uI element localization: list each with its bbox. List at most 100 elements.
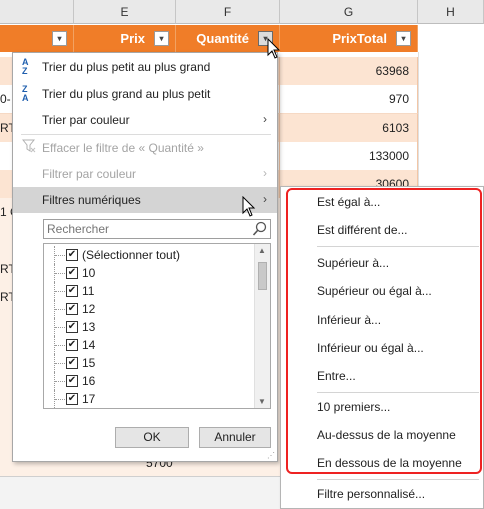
checkbox[interactable]: ✔ [66,267,78,279]
scrollbar-thumb[interactable] [258,262,267,290]
checkbox[interactable]: ✔ [66,249,78,261]
checkbox[interactable]: ✔ [66,393,78,405]
sort-descending-icon: ZA [22,85,38,103]
submenu-not-equal[interactable]: Est différent de... [281,216,483,244]
scroll-up-icon[interactable]: ▲ [258,246,266,255]
checklist-item[interactable]: ✔ 15 [44,354,254,372]
column-header-h[interactable]: H [418,0,484,24]
tree-line [54,336,65,354]
checklist-label: 16 [82,374,96,388]
submenu-less-or-equal[interactable]: Inférieur ou égal à... [281,334,483,362]
checkbox[interactable]: ✔ [66,375,78,387]
column-letter: G [343,5,354,19]
submenu-greater-than[interactable]: Supérieur à... [281,249,483,277]
cell-value: 970 [388,92,409,106]
header-label: PrixTotal [332,31,387,46]
submenu-custom-filter[interactable]: Filtre personnalisé... [281,480,483,508]
cell-prixtotal[interactable]: 970 [280,85,418,114]
submenu-separator [317,246,479,247]
column-header-f[interactable]: F [176,0,280,24]
menu-label: Effacer le filtre de « Quantité » [42,141,204,155]
submenu-arrow-icon: › [263,112,267,126]
checkbox[interactable]: ✔ [66,285,78,297]
cell-prixtotal[interactable]: 6103 [280,114,418,143]
checklist-item[interactable]: ✔ 10 [44,264,254,282]
column-header-d[interactable] [0,0,74,24]
search-input[interactable] [44,220,244,238]
tree-line [54,354,65,372]
resize-grip-icon[interactable]: ⋰ [267,451,275,460]
column-header-g[interactable]: G [280,0,418,24]
column-header-e[interactable]: E [74,0,176,24]
cell-prixtotal[interactable]: 133000 [280,142,418,171]
cancel-button[interactable]: Annuler [199,427,271,448]
search-field[interactable] [43,219,271,239]
checklist-scrollbar[interactable]: ▲ ▼ [254,244,270,408]
checklist-item[interactable]: ✔ 11 [44,282,254,300]
checklist-label: 14 [82,338,96,352]
checkbox[interactable]: ✔ [66,339,78,351]
menu-sort-by-color[interactable]: Trier par couleur › [13,107,277,133]
submenu-less-than[interactable]: Inférieur à... [281,306,483,334]
checkbox[interactable]: ✔ [66,321,78,333]
cell-value: 133000 [368,149,409,163]
checklist-label: 15 [82,356,96,370]
submenu-greater-or-equal[interactable]: Supérieur ou égal à... [281,277,483,305]
submenu-label: En dessous de la moyenne [317,456,462,470]
menu-number-filters[interactable]: Filtres numériques › [13,187,277,213]
menu-filter-by-color[interactable]: Filtrer par couleur › [13,161,277,187]
submenu-label: Supérieur ou égal à... [317,284,432,298]
submenu-top-10[interactable]: 10 premiers... [281,393,483,421]
column-letter: E [120,5,129,19]
menu-sort-descending[interactable]: ZA Trier du plus grand au plus petit [13,81,277,107]
checkbox[interactable]: ✔ [66,303,78,315]
sort-ascending-icon: AZ [22,58,38,76]
search-icon [252,221,267,236]
submenu-above-average[interactable]: Au-dessus de la moyenne [281,421,483,449]
filter-dropdown-button[interactable]: ▾ [396,31,411,46]
submenu-arrow-icon: › [263,166,267,180]
column-letter: F [223,5,232,19]
tree-line [54,282,65,300]
submenu-equals[interactable]: Est égal à... [281,188,483,216]
checklist-label: (Sélectionner tout) [82,248,181,262]
filter-dropdown-button[interactable]: ▾ [52,31,67,46]
checklist-label: 12 [82,302,96,316]
cell-value: 6103 [382,121,409,135]
menu-clear-filter[interactable]: Effacer le filtre de « Quantité » [13,135,277,161]
checklist-item[interactable]: ✔ 12 [44,300,254,318]
menu-label: Trier du plus petit au plus grand [42,60,211,74]
header-label: Quantité [196,31,249,46]
number-filters-submenu: Est égal à... Est différent de... Supéri… [280,186,484,509]
cell-prixtotal[interactable]: 63968 [280,57,418,86]
scroll-down-icon[interactable]: ▼ [258,397,266,406]
cell-value: 63968 [375,64,409,78]
checklist-label: 13 [82,320,96,334]
submenu-label: Inférieur à... [317,313,382,327]
table-header-prixtotal: PrixTotal ▾ [280,25,418,52]
value-checklist: ✔ (Sélectionner tout) ✔ 10 ✔ 11 ✔ 12 ✔ 13 ✔ 14… [43,243,271,409]
ok-button[interactable]: OK [115,427,189,448]
checklist-item[interactable]: ✔ 17 [44,390,254,408]
menu-label: Filtrer par couleur [42,167,137,181]
submenu-label: Est différent de... [317,223,408,237]
tree-line [54,390,65,408]
tree-line [54,246,65,264]
mouse-cursor-icon [267,38,281,59]
checklist-item-select-all[interactable]: ✔ (Sélectionner tout) [44,246,254,264]
checklist-item[interactable]: ✔ 16 [44,372,254,390]
checklist-item[interactable]: ✔ 14 [44,336,254,354]
submenu-below-average[interactable]: En dessous de la moyenne [281,449,483,477]
submenu-label: Au-dessus de la moyenne [317,428,456,442]
checklist-item[interactable]: ✔ 13 [44,318,254,336]
submenu-between[interactable]: Entre... [281,362,483,390]
clear-filter-icon [21,139,38,157]
filter-dropdown-button[interactable]: ▾ [154,31,169,46]
tree-line [54,264,65,282]
header-label: Prix [120,31,145,46]
checkbox[interactable]: ✔ [66,357,78,369]
submenu-label: 10 premiers... [317,400,391,414]
menu-label: Filtres numériques [42,193,141,207]
menu-sort-ascending[interactable]: AZ Trier du plus petit au plus grand [13,54,277,80]
submenu-label: Entre... [317,369,356,383]
